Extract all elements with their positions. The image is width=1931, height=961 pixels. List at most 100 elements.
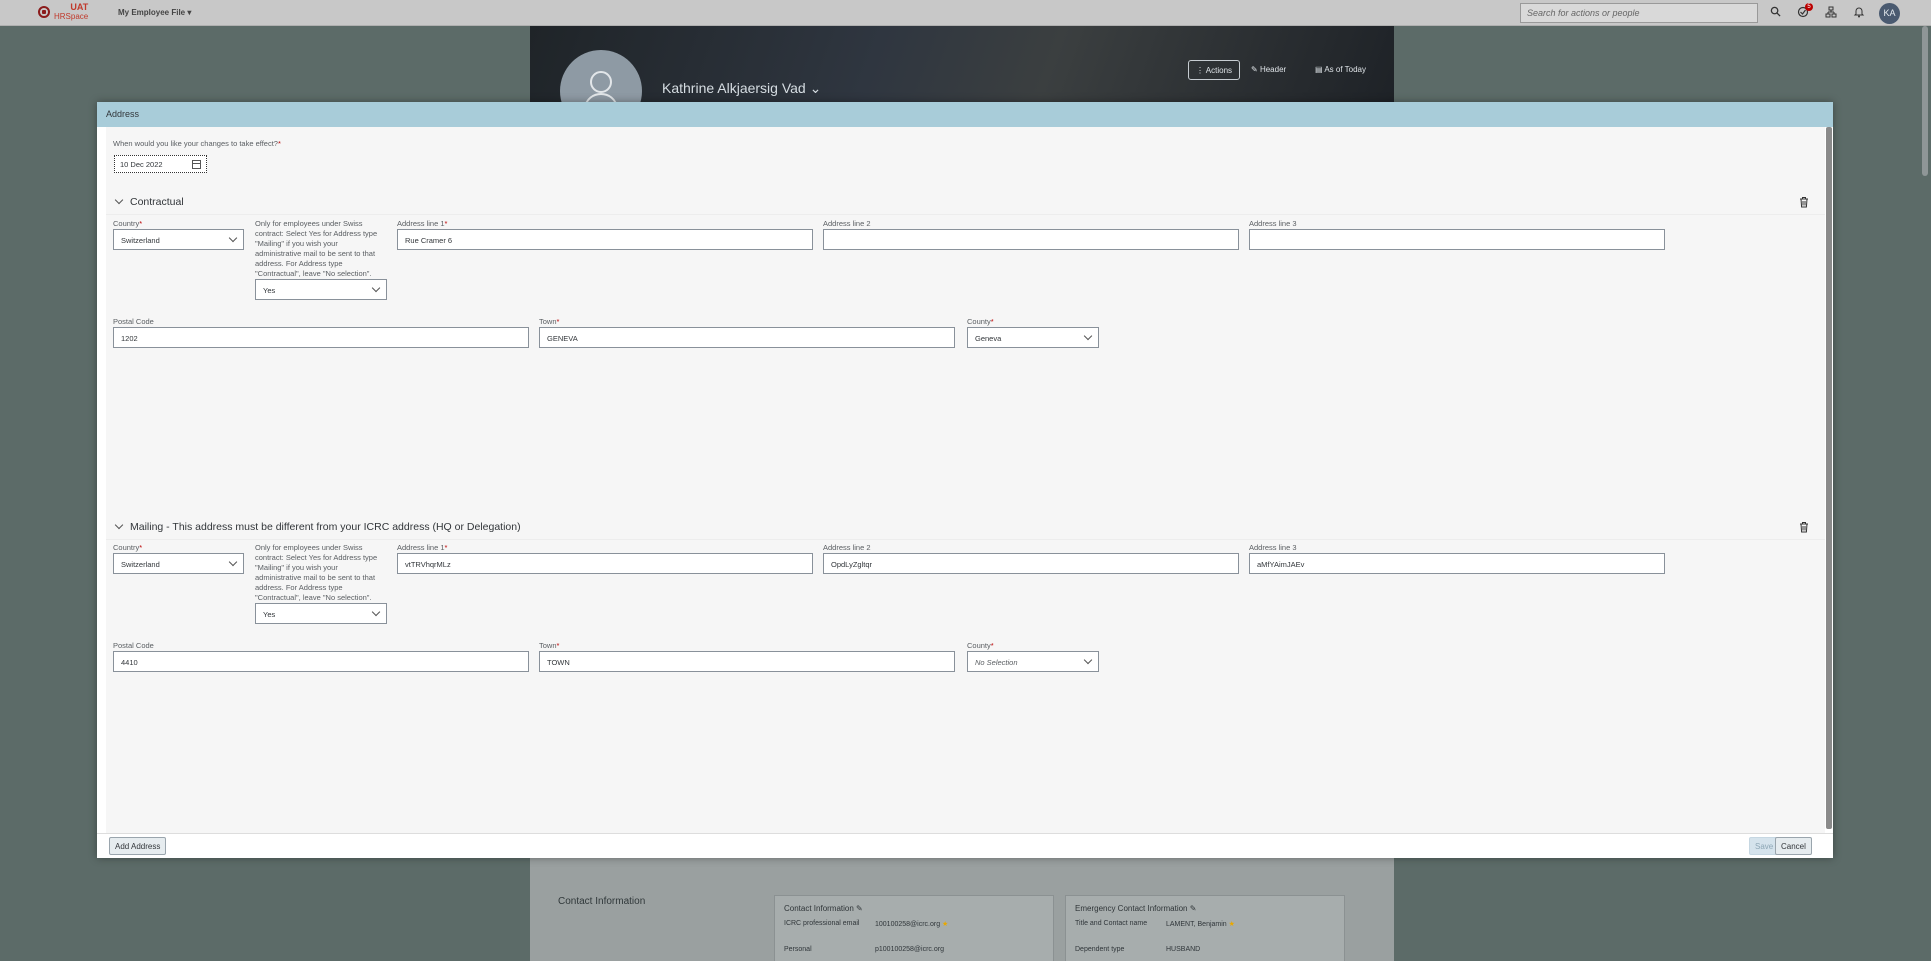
chevron-down-icon (228, 233, 238, 243)
town-input[interactable]: TOWN (539, 651, 955, 672)
employee-name[interactable]: Kathrine Alkjaersig Vad ⌄ (662, 80, 821, 97)
uat-label: UAT (70, 2, 89, 12)
address-line-1-input[interactable]: Rue Cramer 6 (397, 229, 813, 250)
star-icon: ★ (1228, 921, 1235, 928)
search-input[interactable]: Search for actions or people (1520, 3, 1758, 23)
swiss-mail-value: Yes (263, 286, 276, 295)
org-chart-icon[interactable] (1824, 6, 1838, 20)
country-select[interactable]: Switzerland (113, 229, 244, 250)
address-line-3-input[interactable]: aMfYAimJAEv (1249, 553, 1665, 574)
address-line-2-label: Address line 2 (823, 219, 871, 228)
contact-card-title: Contact Information ✎ (784, 904, 863, 913)
hrspace-label: HRSpace (54, 12, 89, 21)
county-select[interactable]: Geneva (967, 327, 1099, 348)
contact-row-label: ICRC professional email (784, 920, 860, 927)
county-select[interactable]: No Selection (967, 651, 1099, 672)
country-value: Switzerland (121, 236, 160, 245)
user-avatar[interactable]: KA (1879, 3, 1900, 24)
address-dialog: Address When would you like your changes… (97, 102, 1833, 858)
town-label-text: Town (539, 317, 557, 326)
swiss-mail-select[interactable]: Yes (255, 603, 387, 624)
section-title: Mailing - This address must be different… (130, 521, 521, 533)
notification-badge: 5 (1805, 3, 1813, 11)
section-header-mailing[interactable]: Mailing - This address must be different… (106, 514, 1825, 540)
town-label: Town* (539, 641, 560, 650)
county-label: County* (967, 317, 994, 326)
postal-code-input[interactable]: 1202 (113, 327, 529, 348)
effective-date-label: When would you like your changes to take… (113, 139, 281, 148)
trash-icon[interactable] (1799, 196, 1809, 208)
contact-card: Contact Information ✎ ICRC professional … (774, 895, 1054, 961)
dialog-title: Address (97, 102, 1833, 127)
country-value: Switzerland (121, 560, 160, 569)
effective-date-label-text: When would you like your changes to take… (113, 139, 278, 148)
header-button[interactable]: ✎ Header (1244, 60, 1293, 80)
chevron-down-icon[interactable] (114, 520, 124, 530)
chevron-down-icon (371, 283, 381, 293)
icrc-logo-icon (38, 6, 50, 18)
county-label: County* (967, 641, 994, 650)
address-line-1-label-text: Address line 1 (397, 219, 445, 228)
chevron-down-icon (371, 607, 381, 617)
emergency-row-label: Dependent type (1075, 946, 1125, 953)
trash-icon[interactable] (1799, 521, 1809, 533)
address-line-3-input[interactable] (1249, 229, 1665, 250)
contact-section-title: Contact Information (558, 896, 646, 907)
chevron-down-icon[interactable] (114, 195, 124, 205)
actions-button[interactable]: ⋮ Actions (1188, 60, 1241, 80)
contact-row-value-text: 100100258@icrc.org (875, 921, 941, 928)
add-address-button[interactable]: Add Address (109, 837, 167, 855)
address-line-2-input[interactable] (823, 229, 1239, 250)
address-line-2-label: Address line 2 (823, 543, 871, 552)
address-line-1-label: Address line 1* (397, 219, 448, 228)
emergency-card: Emergency Contact Information ✎ Title an… (1065, 895, 1345, 961)
country-select[interactable]: Switzerland (113, 553, 244, 574)
contact-row-value: 100100258@icrc.org ★ (875, 920, 948, 928)
address-line-3-label: Address line 3 (1249, 219, 1297, 228)
swiss-contract-note: Only for employees under Swiss contract:… (255, 219, 378, 278)
contact-row-value: p100100258@icrc.org (875, 946, 944, 953)
contact-row-label: Personal (784, 946, 812, 953)
swiss-mail-select[interactable]: Yes (255, 279, 387, 300)
calendar-icon[interactable] (192, 160, 201, 169)
county-value: Geneva (975, 334, 1002, 343)
town-input[interactable]: GENEVA (539, 327, 955, 348)
postal-code-input[interactable]: 4410 (113, 651, 529, 672)
country-label-text: Country (113, 543, 140, 552)
cancel-button[interactable]: Cancel (1775, 837, 1812, 855)
actions-label: Actions (1205, 66, 1233, 75)
address-line-1-input[interactable]: vtTRVhqrMLz (397, 553, 813, 574)
country-label: Country* (113, 543, 143, 552)
employee-file-menu-label: My Employee File (118, 8, 186, 17)
header-label: Header (1259, 65, 1287, 74)
emergency-card-title-text: Emergency Contact Information (1075, 904, 1188, 913)
search-icon[interactable] (1768, 6, 1782, 20)
dialog-scrollbar[interactable] (1826, 127, 1832, 829)
page-scrollbar[interactable] (1922, 26, 1928, 176)
as-of-today-label: As of Today (1324, 65, 1366, 74)
county-value: No Selection (975, 658, 1018, 667)
effective-date-input[interactable]: 10 Dec 2022 (114, 155, 207, 173)
address-line-1-label-text: Address line 1 (397, 543, 445, 552)
country-label: Country* (113, 219, 143, 228)
bell-icon[interactable] (1852, 6, 1866, 20)
chevron-down-icon (1083, 655, 1093, 665)
employee-file-menu[interactable]: My Employee File ▾ (118, 8, 191, 17)
chevron-down-icon (1083, 331, 1093, 341)
town-label: Town* (539, 317, 560, 326)
company-logo[interactable]: UAT HRSpace (38, 3, 88, 21)
address-line-2-input[interactable]: OpdLyZgltqr (823, 553, 1239, 574)
section-title: Contractual (130, 196, 184, 208)
emergency-row-value: HUSBAND (1166, 946, 1201, 953)
as-of-today-button[interactable]: ▤ As of Today (1308, 60, 1373, 80)
postal-code-label: Postal Code (113, 641, 154, 650)
section-header-contractual[interactable]: Contractual (106, 189, 1825, 215)
postal-code-label: Postal Code (113, 317, 154, 326)
star-icon: ★ (942, 921, 949, 928)
swiss-mail-value: Yes (263, 610, 276, 619)
chevron-down-icon (228, 557, 238, 567)
emergency-row-value-text: LAMENT, Benjamin (1166, 921, 1227, 928)
emergency-row-value: LAMENT, Benjamin ★ (1166, 920, 1235, 928)
employee-name-text: Kathrine Alkjaersig Vad (662, 80, 806, 96)
dialog-body: When would you like your changes to take… (106, 127, 1825, 833)
